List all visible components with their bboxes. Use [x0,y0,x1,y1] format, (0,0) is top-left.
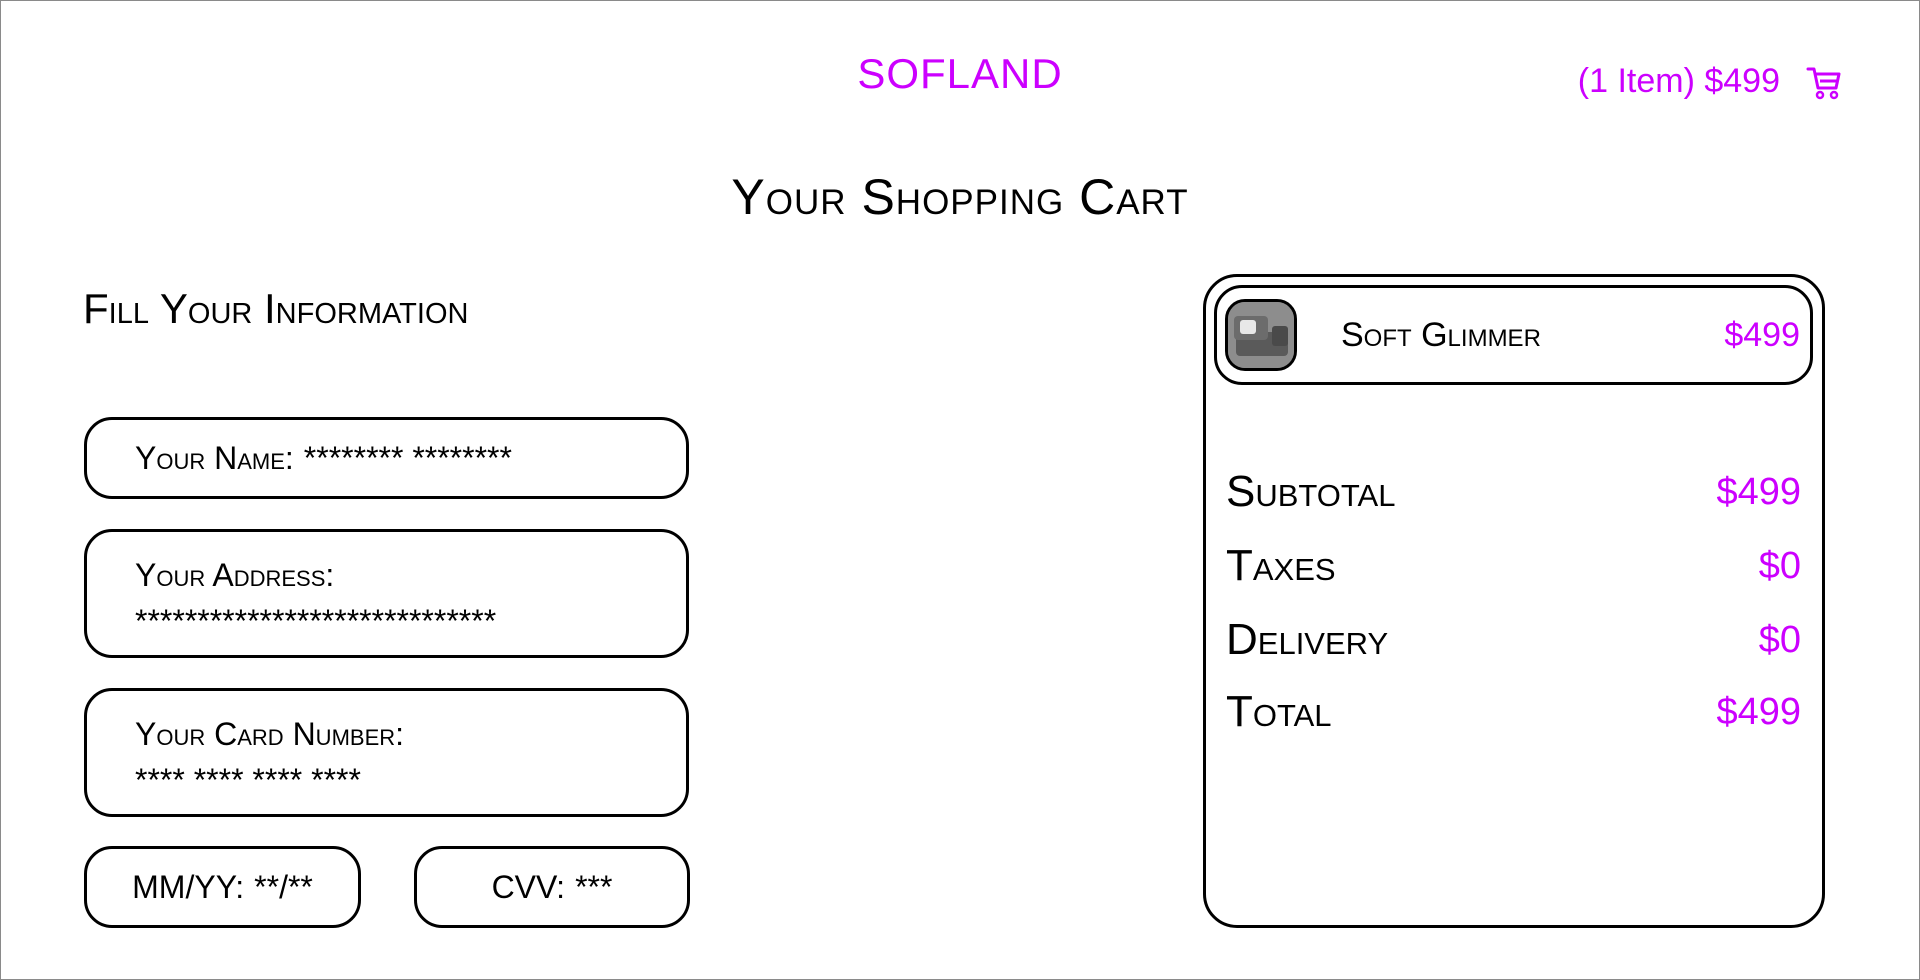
cart-summary-button[interactable]: (1 Item) $499 [1578,62,1842,101]
subtotal-value: $499 [1716,471,1801,513]
cart-summary-text: (1 Item) $499 [1577,62,1780,100]
shopping-cart-icon[interactable] [1806,64,1842,100]
total-value: $499 [1716,691,1801,733]
form-section-title: Fill Your Information [83,285,469,332]
cart-item-name: Soft Glimmer [1341,315,1541,354]
address-field-value: ***************************** [135,603,497,639]
page-title: Your Shopping Cart [731,169,1189,225]
cvv-field-label: CVV: [491,869,566,905]
taxes-label: Taxes [1226,541,1336,590]
card-number-field-value: **** **** **** **** [135,762,361,798]
cart-item-price: $499 [1724,315,1800,354]
expiry-field-value: **/** [254,869,313,905]
order-summary-panel: Soft Glimmer $499 Subtotal $499 Taxes $0… [1203,274,1825,928]
total-label: Total [1226,687,1332,736]
name-field[interactable]: Your Name: ******** ******** [84,417,689,499]
card-number-field[interactable]: Your Card Number: **** **** **** **** [84,688,689,817]
cart-item[interactable]: Soft Glimmer $499 [1214,285,1813,385]
taxes-value: $0 [1758,545,1801,587]
subtotal-row: Subtotal $499 [1226,467,1801,517]
address-field[interactable]: Your Address: **************************… [84,529,689,658]
cvv-field-value: *** [575,869,613,905]
sofa-thumbnail [1225,299,1297,371]
name-field-value: ******** ******** [303,440,512,476]
delivery-label: Delivery [1226,615,1389,664]
address-field-label: Your Address: [135,557,335,593]
cvv-field[interactable]: CVV: *** [414,846,690,928]
card-number-field-label: Your Card Number: [135,716,405,752]
taxes-row: Taxes $0 [1226,541,1801,591]
total-row: Total $499 [1226,687,1801,737]
expiry-field-label: MM/YY: [132,869,245,905]
expiry-field[interactable]: MM/YY: **/** [84,846,361,928]
name-field-label: Your Name: [135,440,294,476]
subtotal-label: Subtotal [1226,467,1396,516]
delivery-value: $0 [1758,619,1801,661]
delivery-row: Delivery $0 [1226,615,1801,665]
